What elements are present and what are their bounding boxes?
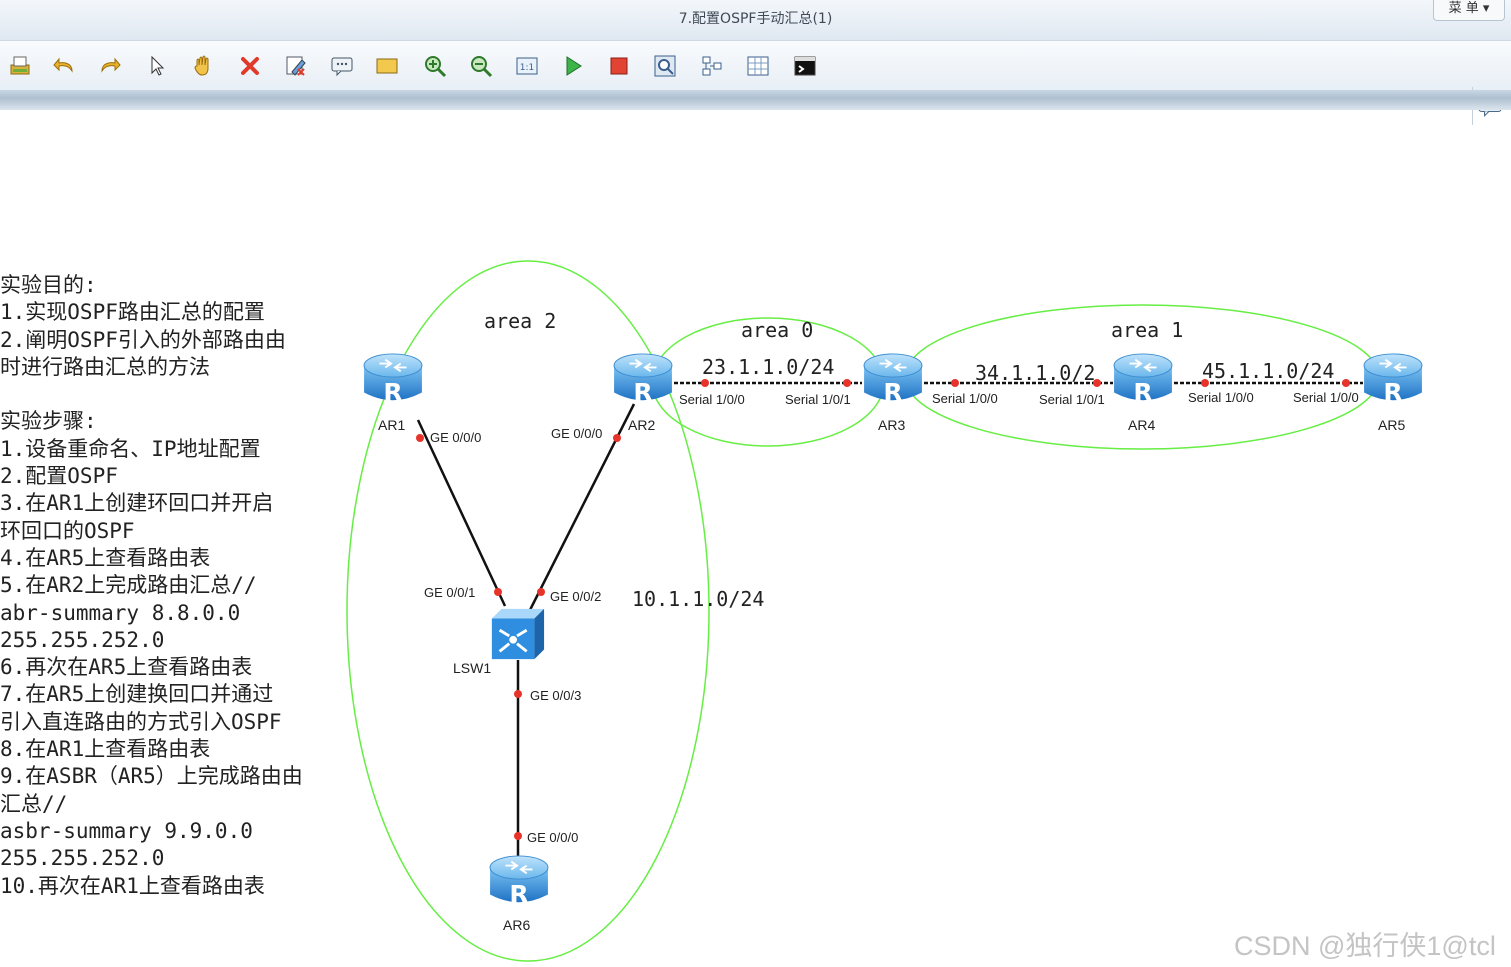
- port-label: Serial 1/0/0: [1293, 390, 1359, 405]
- zoom-out-icon[interactable]: [468, 53, 494, 79]
- link-ar1-lsw1[interactable]: [416, 419, 507, 607]
- port-label: GE 0/0/3: [530, 688, 581, 703]
- router-icon: [863, 352, 923, 406]
- fit-view-icon[interactable]: 1:1: [514, 53, 540, 79]
- stop-device-icon[interactable]: [606, 53, 632, 79]
- capture-packet-icon[interactable]: [652, 53, 678, 79]
- undo-icon[interactable]: [51, 53, 77, 79]
- menu-label: 菜 单: [1448, 1, 1479, 16]
- device-label-ar5: AR5: [1378, 417, 1405, 433]
- text-note-icon[interactable]: [329, 53, 355, 79]
- device-label-ar4: AR4: [1128, 417, 1155, 433]
- router-ar5[interactable]: [1363, 352, 1423, 407]
- device-label-ar2: AR2: [628, 417, 655, 433]
- toolbar: 1:1: [0, 40, 1511, 125]
- port-label: GE 0/0/1: [424, 585, 475, 600]
- device-label-lsw1: LSW1: [453, 660, 491, 676]
- switch-lsw1[interactable]: [490, 607, 546, 661]
- device-label-ar3: AR3: [878, 417, 905, 433]
- watermark: CSDN @独行侠1@tcl: [1234, 931, 1496, 961]
- port-dots: [416, 379, 1350, 840]
- device-label-ar6: AR6: [503, 917, 530, 933]
- router-icon: [489, 854, 549, 908]
- grid-icon[interactable]: [745, 53, 771, 79]
- router-icon: [1113, 352, 1173, 406]
- network-label-34: 34.1.1.0/2: [975, 361, 1095, 385]
- hand-pan-icon[interactable]: [190, 53, 216, 79]
- title-bar: 7.配置OSPF手动汇总(1) 菜 单 ▾: [0, 0, 1511, 40]
- clear-edit-icon[interactable]: [283, 53, 309, 79]
- port-label: Serial 1/0/1: [785, 392, 851, 407]
- router-ar2[interactable]: [613, 352, 673, 407]
- router-icon: [363, 352, 423, 406]
- area-label-2: area 2: [484, 309, 556, 333]
- start-device-icon[interactable]: [560, 53, 586, 79]
- port-label: Serial 1/0/0: [679, 392, 745, 407]
- topology-icon[interactable]: [699, 53, 725, 79]
- area-label-1: area 1: [1111, 318, 1183, 342]
- network-label-10: 10.1.1.0/24: [632, 587, 764, 611]
- port-label: GE 0/0/0: [527, 830, 578, 845]
- router-icon: [1363, 352, 1423, 406]
- port-label: GE 0/0/0: [430, 430, 481, 445]
- redo-icon[interactable]: [97, 53, 123, 79]
- delete-icon[interactable]: [237, 53, 263, 79]
- router-icon: [613, 352, 673, 406]
- port-label: Serial 1/0/0: [1188, 390, 1254, 405]
- router-ar6[interactable]: [489, 854, 549, 909]
- rectangle-icon[interactable]: [374, 53, 400, 79]
- zoom-in-icon[interactable]: [422, 53, 448, 79]
- toolbar-separator: [0, 90, 1511, 110]
- console-icon[interactable]: [792, 53, 818, 79]
- svg-text:1:1: 1:1: [520, 63, 534, 73]
- menu-button[interactable]: 菜 单 ▾: [1433, 0, 1505, 21]
- port-label: Serial 1/0/0: [932, 391, 998, 406]
- port-label: Serial 1/0/1: [1039, 392, 1105, 407]
- router-ar4[interactable]: [1113, 352, 1173, 407]
- port-label: GE 0/0/2: [550, 589, 601, 604]
- device-label-ar1: AR1: [378, 417, 405, 433]
- window-title: 7.配置OSPF手动汇总(1): [678, 11, 833, 27]
- select-pointer-icon[interactable]: [144, 53, 170, 79]
- router-ar3[interactable]: [863, 352, 923, 407]
- area-label-0: area 0: [741, 318, 813, 342]
- topology-canvas[interactable]: R AR1 AR2: [0, 110, 1511, 967]
- router-ar1[interactable]: [363, 352, 423, 407]
- switch-icon: [490, 607, 546, 661]
- network-label-45: 45.1.1.0/24: [1202, 359, 1334, 383]
- port-label: GE 0/0/0: [551, 426, 602, 441]
- network-label-23: 23.1.1.0/24: [702, 355, 834, 379]
- print-icon[interactable]: [7, 53, 33, 79]
